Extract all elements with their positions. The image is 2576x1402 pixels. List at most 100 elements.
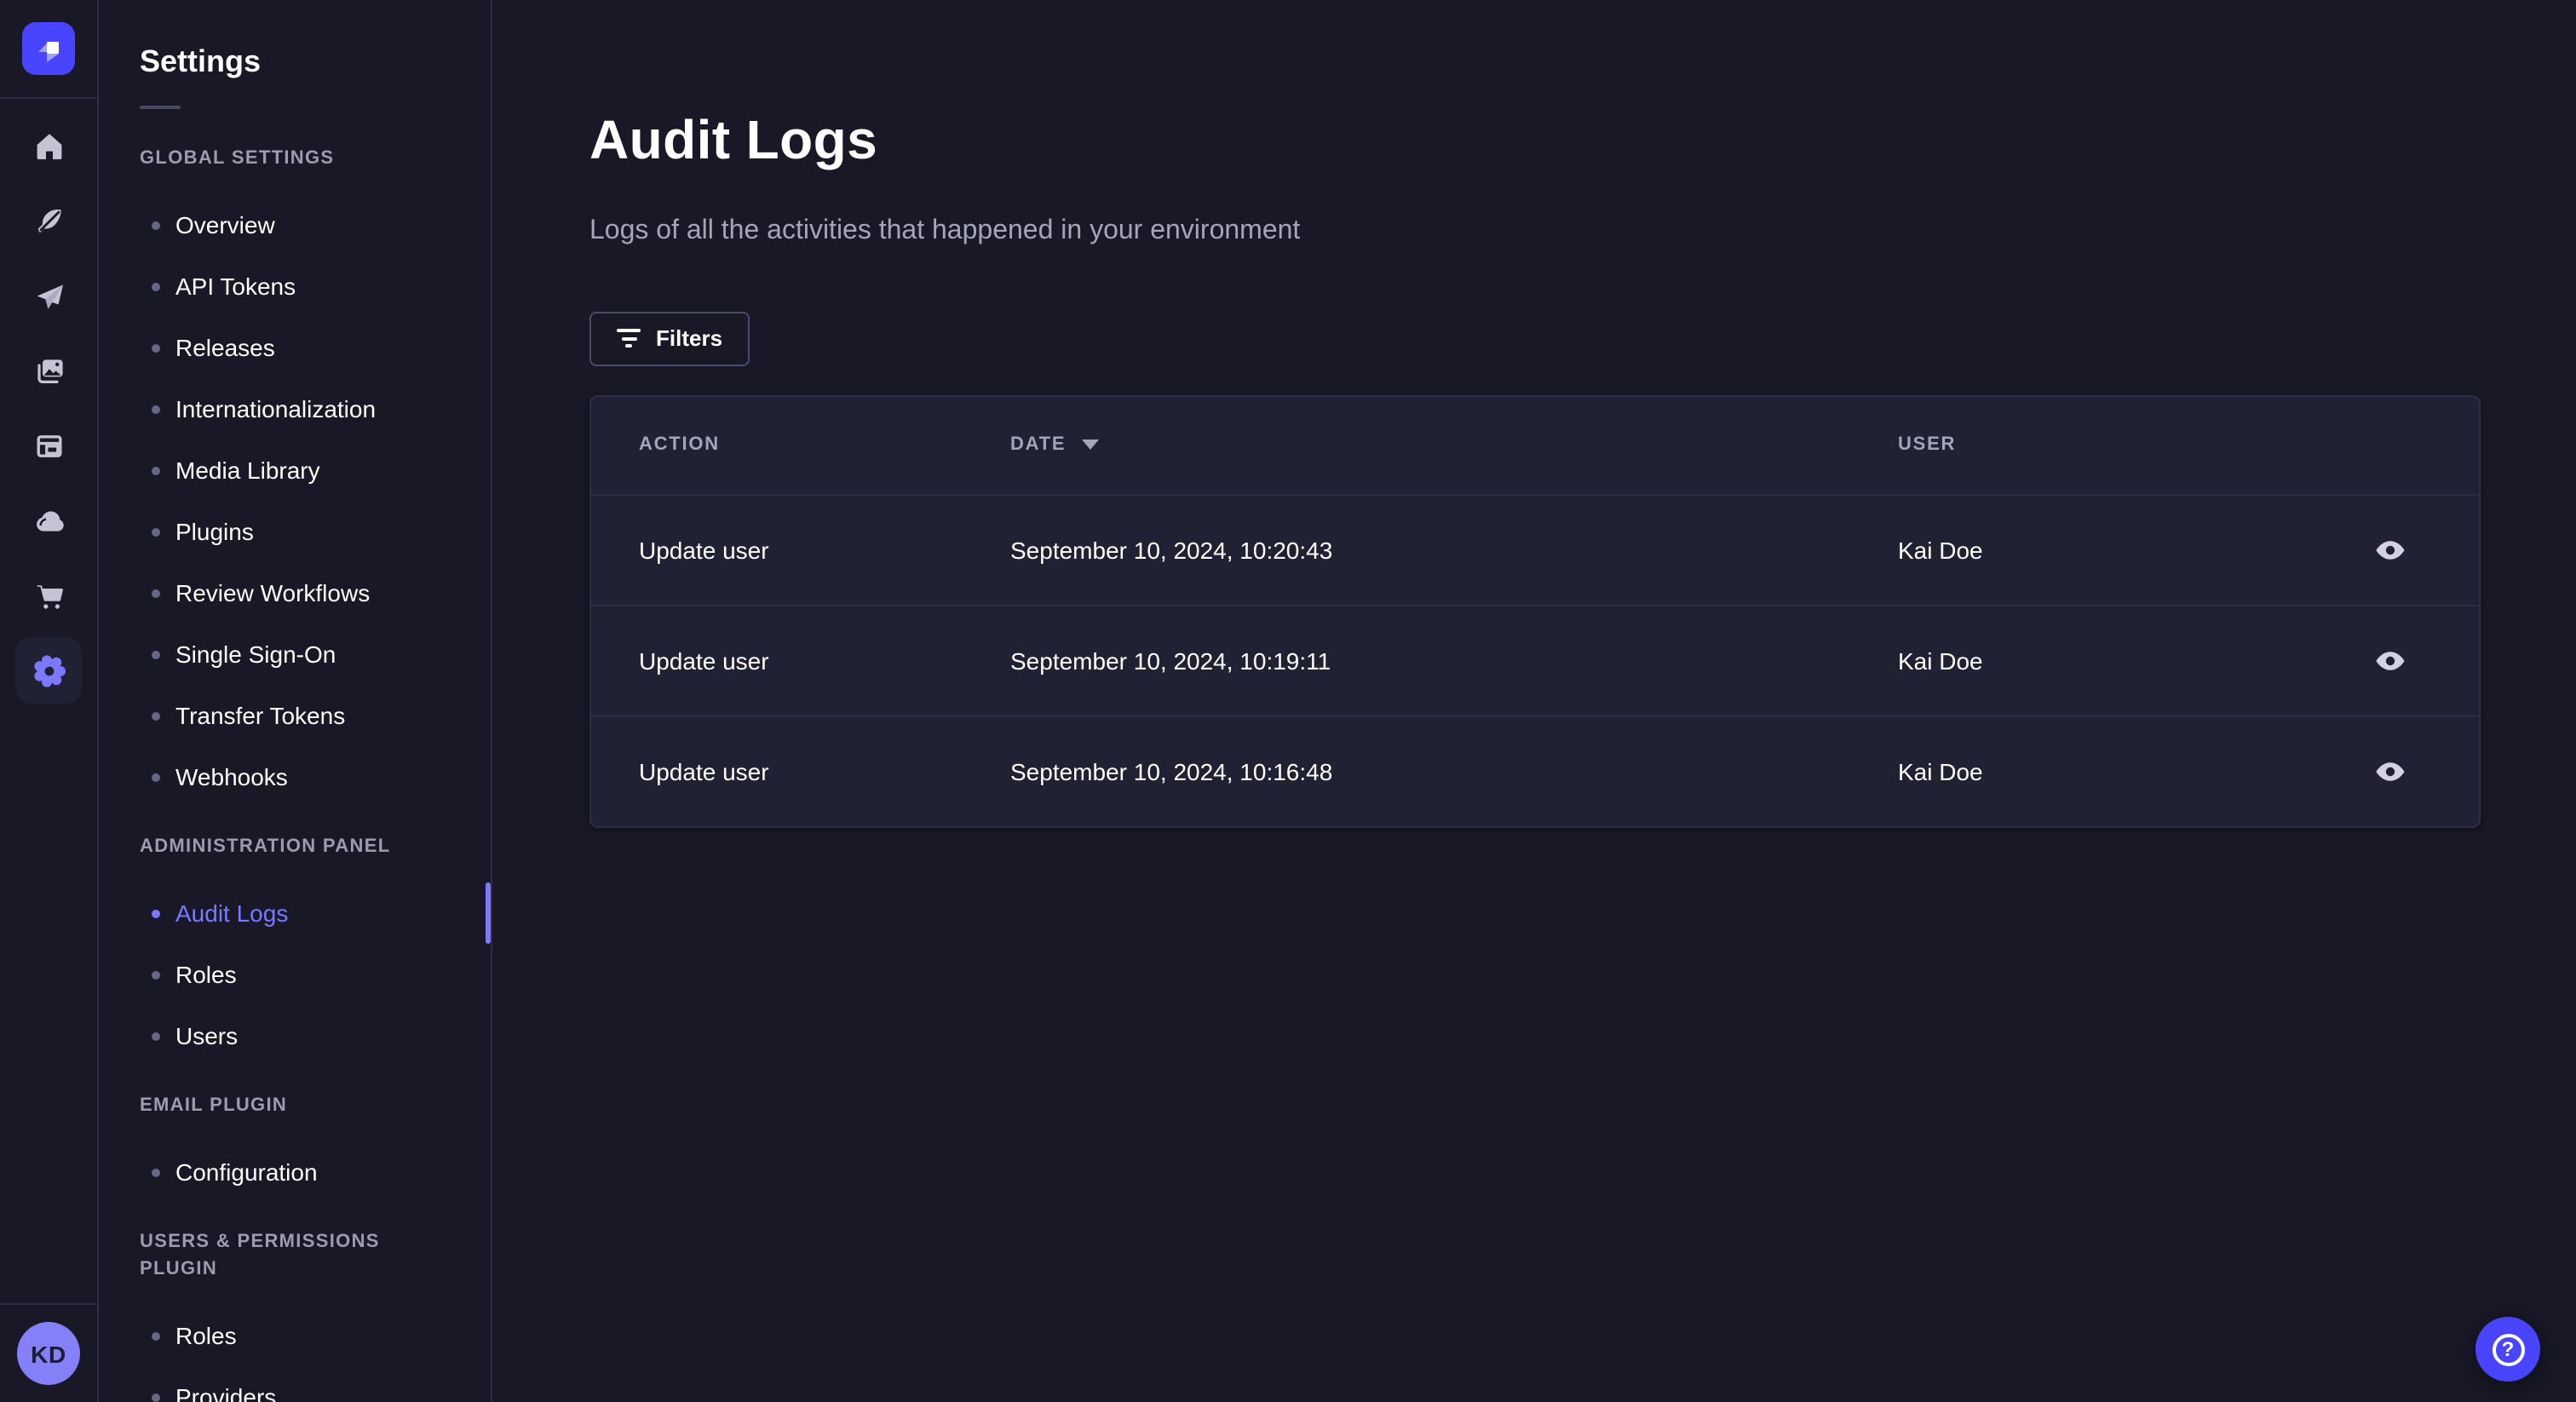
sidebar-item-releases[interactable]: Releases	[99, 317, 491, 378]
bullet-icon	[152, 221, 160, 229]
sidebar-item-label: Users	[175, 1022, 239, 1049]
view-log-button[interactable]	[2366, 530, 2414, 571]
app-window: KD Settings GLOBAL SETTINGS Overview API…	[0, 0, 2576, 1402]
feather-icon	[37, 208, 60, 233]
bullet-icon	[152, 773, 160, 781]
section-label: GLOBAL SETTINGS	[140, 148, 335, 169]
filters-button-label: Filters	[656, 325, 723, 352]
sidebar-item-label: Transfer Tokens	[175, 702, 346, 729]
sidebar-item-label: Releases	[175, 334, 275, 361]
bullet-icon	[152, 1331, 160, 1340]
page-title: Audit Logs	[589, 109, 878, 171]
eye-icon	[2376, 540, 2405, 560]
main-icon-rail: KD	[0, 0, 99, 1402]
strapi-mark-icon	[37, 41, 58, 61]
section-label: ADMINISTRATION PANEL	[140, 836, 391, 857]
bullet-icon	[152, 970, 160, 979]
sidebar-item-internationalization[interactable]: Internationalization	[99, 378, 491, 440]
nav-marketplace-button[interactable]	[22, 569, 75, 622]
nav-home-button[interactable]	[22, 119, 75, 172]
table-row[interactable]: Update user September 10, 2024, 10:19:11…	[591, 604, 2479, 715]
cell-user: Kai Doe	[1898, 536, 1983, 564]
sidebar-item-label: Providers	[175, 1383, 277, 1402]
cloud-icon	[36, 510, 63, 531]
settings-sidebar: Settings GLOBAL SETTINGS Overview API To…	[99, 0, 492, 1402]
eye-icon	[2376, 651, 2405, 670]
view-log-button[interactable]	[2366, 751, 2414, 792]
nav-content-builder-button[interactable]	[22, 194, 75, 247]
sidebar-item-label: Configuration	[175, 1158, 318, 1186]
rail-nav	[0, 99, 97, 704]
bullet-icon	[152, 1031, 160, 1040]
sidebar-item-webhooks[interactable]: Webhooks	[99, 746, 491, 807]
section-users-permissions-plugin: USERS & PERMISSIONS PLUGIN Roles Provide…	[99, 1228, 491, 1402]
sidebar-item-overview[interactable]: Overview	[99, 194, 491, 256]
bullet-icon	[152, 589, 160, 597]
pictures-icon	[37, 359, 62, 382]
nav-media-library-button[interactable]	[22, 344, 75, 397]
sidebar-item-admin-roles[interactable]: Roles	[99, 944, 491, 1005]
sidebar-item-media-library[interactable]: Media Library	[99, 440, 491, 501]
cell-action: Update user	[639, 646, 769, 675]
user-avatar[interactable]: KD	[17, 1322, 80, 1385]
cell-date: September 10, 2024, 10:16:48	[1010, 757, 1333, 785]
sidebar-item-single-sign-on[interactable]: Single Sign-On	[99, 623, 491, 685]
sidebar-item-admin-users[interactable]: Users	[99, 1005, 491, 1066]
bullet-icon	[152, 282, 160, 290]
sidebar-item-label: Webhooks	[175, 763, 288, 790]
nav-content-manager-button[interactable]	[22, 419, 75, 472]
table-row[interactable]: Update user September 10, 2024, 10:16:48…	[591, 715, 2479, 826]
sidebar-item-label: Roles	[175, 1322, 237, 1349]
section-administration-panel: ADMINISTRATION PANEL Audit Logs Roles Us…	[99, 833, 491, 1066]
section-global-settings: GLOBAL SETTINGS Overview API Tokens Rele…	[99, 145, 491, 807]
sidebar-item-label: Overview	[175, 211, 275, 238]
bullet-icon	[152, 1393, 160, 1401]
audit-logs-table: ACTION DATE USER Update user September 1…	[589, 394, 2481, 828]
sort-desc-icon[interactable]	[1081, 440, 1099, 451]
bullet-icon	[152, 527, 160, 536]
sidebar-item-api-tokens[interactable]: API Tokens	[99, 256, 491, 317]
nav-settings-button[interactable]	[15, 637, 82, 704]
sidebar-item-email-configuration[interactable]: Configuration	[99, 1141, 491, 1203]
sidebar-item-label: Review Workflows	[175, 579, 371, 606]
bullet-icon	[152, 405, 160, 413]
cell-action: Update user	[639, 757, 769, 785]
sidebar-item-label: Roles	[175, 961, 237, 988]
cell-action: Update user	[639, 536, 769, 564]
sidebar-item-audit-logs[interactable]: Audit Logs	[99, 882, 491, 944]
strapi-logo[interactable]	[22, 22, 75, 75]
column-header-date[interactable]: DATE	[1010, 435, 1898, 456]
cell-date: September 10, 2024, 10:19:11	[1010, 646, 1331, 675]
sidebar-item-plugins[interactable]: Plugins	[99, 501, 491, 562]
column-header-user: USER	[1898, 434, 1957, 456]
nav-releases-button[interactable]	[22, 269, 75, 322]
sidebar-item-label: Plugins	[175, 518, 254, 545]
nav-deploy-button[interactable]	[22, 494, 75, 547]
sidebar-item-label: API Tokens	[175, 273, 296, 300]
sidebar-item-review-workflows[interactable]: Review Workflows	[99, 562, 491, 623]
table-row[interactable]: Update user September 10, 2024, 10:20:43…	[591, 493, 2479, 605]
sidebar-item-up-providers[interactable]: Providers	[99, 1366, 491, 1402]
page-subtitle: Logs of all the activities that happened…	[589, 215, 1301, 245]
filters-button[interactable]: Filters	[589, 311, 750, 366]
filter-icon	[617, 329, 641, 348]
gear-icon	[33, 654, 65, 687]
bullet-icon	[152, 711, 160, 720]
home-icon	[36, 133, 61, 158]
section-label: USERS & PERMISSIONS PLUGIN	[140, 1232, 380, 1279]
cell-user: Kai Doe	[1898, 646, 1983, 675]
layout-icon	[36, 434, 61, 457]
bullet-icon	[152, 650, 160, 658]
help-button[interactable]: ?	[2475, 1317, 2540, 1382]
sidebar-item-up-roles[interactable]: Roles	[99, 1305, 491, 1366]
sidebar-item-label: Single Sign-On	[175, 641, 336, 668]
sidebar-item-transfer-tokens[interactable]: Transfer Tokens	[99, 685, 491, 746]
bullet-icon	[152, 343, 160, 352]
title-divider	[140, 106, 181, 109]
logo-area	[0, 0, 97, 99]
bullet-icon	[152, 909, 160, 917]
view-log-button[interactable]	[2366, 641, 2414, 681]
sidebar-item-label: Audit Logs	[175, 899, 289, 927]
bullet-icon	[152, 466, 160, 474]
cell-user: Kai Doe	[1898, 757, 1983, 785]
